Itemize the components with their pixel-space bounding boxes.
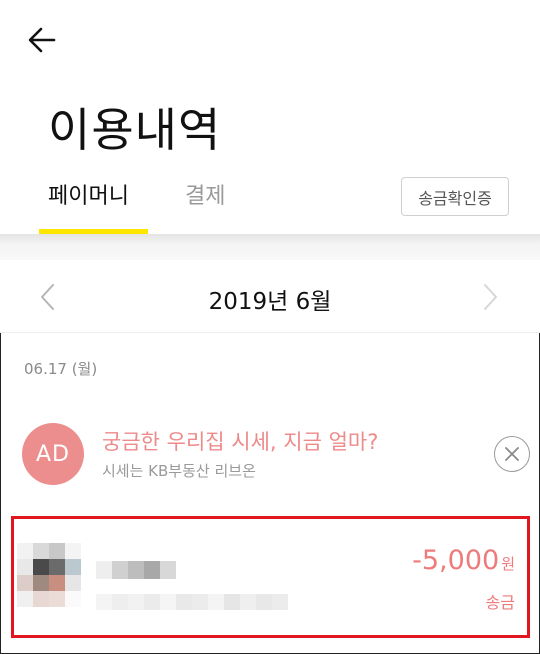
transaction-amount: -5,000 원 [412,545,515,576]
ad-close-button[interactable] [494,436,530,472]
month-label: 2019년 6월 [208,289,332,315]
amount-value: -5,000 [412,545,500,576]
transaction-row[interactable]: -5,000 원 송금 [11,516,530,638]
page-title: 이용내역 [48,103,222,157]
next-month-button[interactable] [476,280,506,314]
remittance-certificate-button[interactable]: 송금확인증 [401,177,509,216]
header-shadow-divider [0,234,540,260]
sender-avatar-blurred [17,543,83,609]
close-circle-icon [505,447,519,461]
amount-currency: 원 [501,555,515,573]
app-header: 이용내역 페이머니 결제 송금확인증 [0,0,540,234]
ad-badge: AD [22,423,84,485]
date-header: 06.17 (월) [24,360,98,378]
arrow-left-icon [28,27,56,53]
ad-banner[interactable]: AD 궁금한 우리집 시세, 지금 얼마? 시세는 KB부동산 리브온 [0,410,540,500]
ad-title[interactable]: 궁금한 우리집 시세, 지금 얼마? [102,426,378,456]
ad-subtitle: 시세는 KB부동산 리브온 [102,462,256,480]
back-button[interactable] [22,22,62,58]
recipient-name-blurred [96,561,176,579]
tab-payment[interactable]: 결제 [185,178,225,210]
chevron-right-icon [484,284,497,310]
month-navigator: 2019년 6월 [0,260,540,333]
transaction-type: 송금 [485,593,515,612]
transaction-detail-blurred [96,594,288,610]
tab-paymoney[interactable]: 페이머니 [48,178,129,210]
